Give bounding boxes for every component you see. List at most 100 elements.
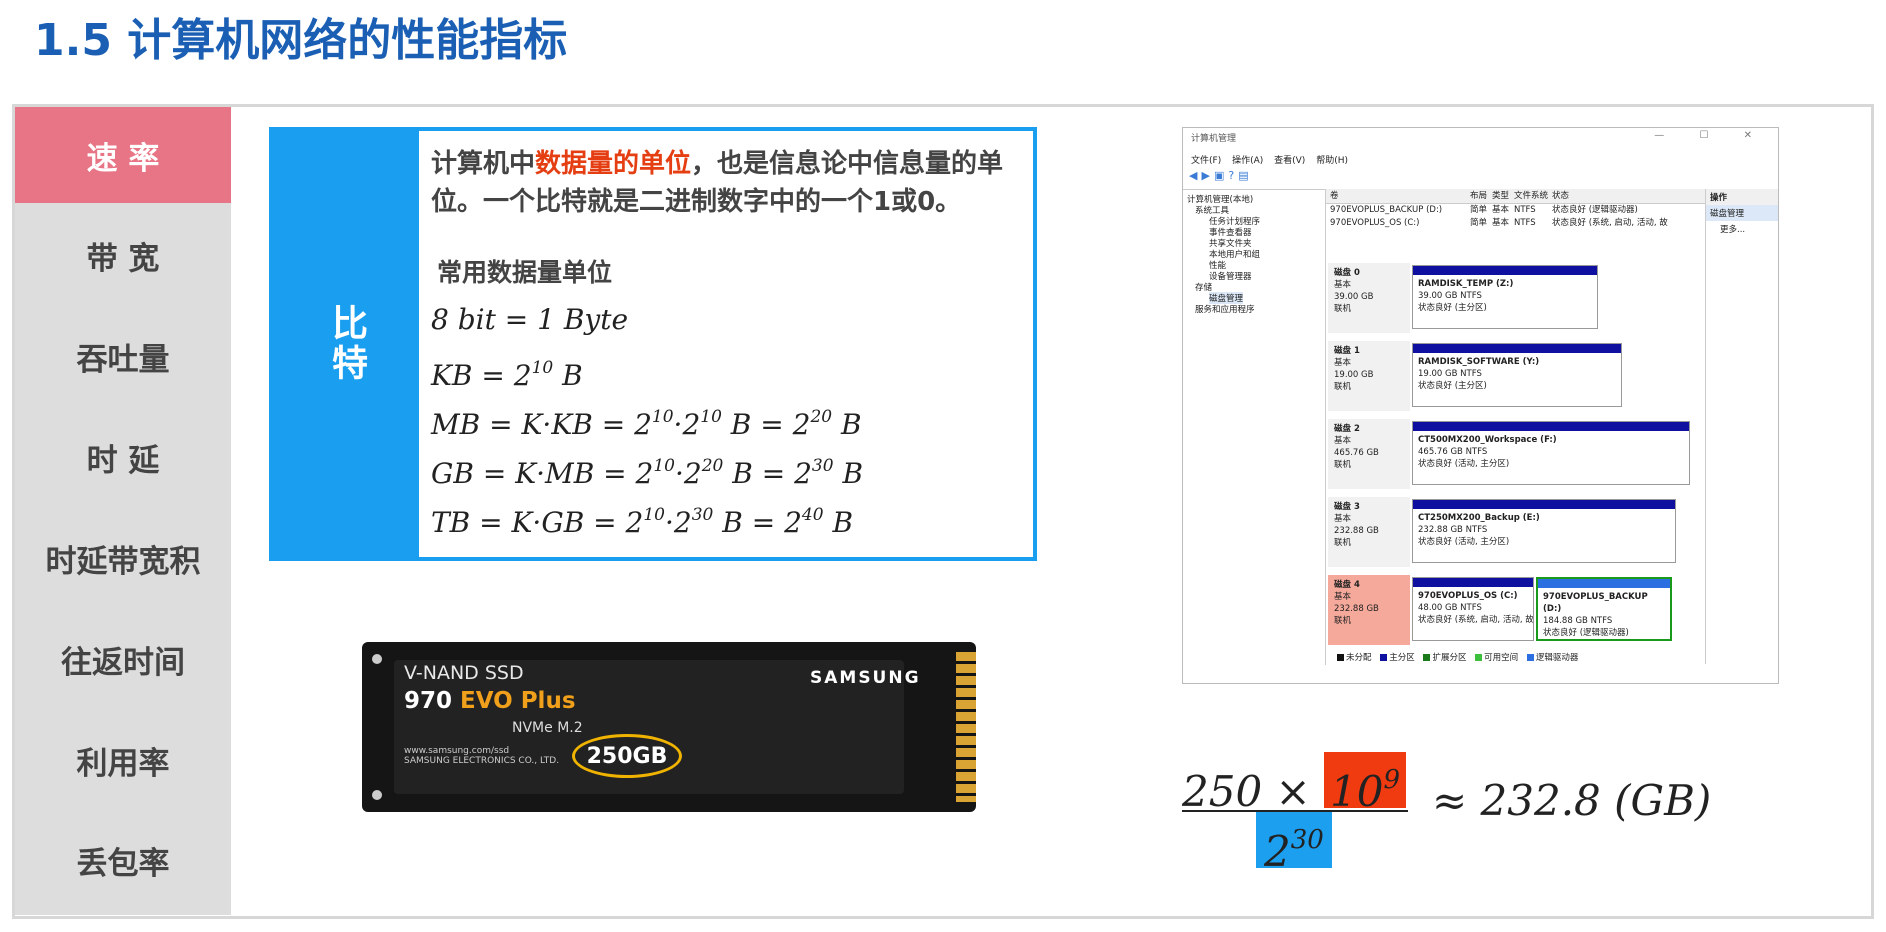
bit-definition-card: 比特 计算机中数据量的单位，也是信息论中信息量的单位。一个比特就是二进制数字中的…: [269, 127, 1037, 561]
legend-swatch: [1475, 654, 1483, 661]
ssd-screw-hole: [372, 790, 382, 800]
card-tag-label: 比特: [326, 304, 367, 384]
disk-status: 联机: [1334, 460, 1352, 470]
partition-name: CT500MX200_Workspace (F:): [1418, 435, 1557, 445]
disk-info[interactable]: 磁盘 4 基本 232.88 GB 联机: [1328, 575, 1410, 645]
disk-management-window: 计算机管理 — ☐ ✕ 文件(F) 操作(A) 查看(V) 帮助(H) ◀▶▣?…: [1182, 127, 1779, 684]
col-header[interactable]: 布局: [1470, 189, 1492, 203]
ssd-company: SAMSUNG ELECTRONICS CO., LTD.: [404, 756, 560, 766]
eq-exp: 10: [653, 456, 675, 476]
equation-mb: MB = K·KB = 210·210 B = 220 B: [431, 393, 1021, 442]
menu-action[interactable]: 操作(A): [1232, 156, 1263, 166]
legend-swatch: [1526, 654, 1534, 661]
disk-info[interactable]: 磁盘 0 基本 39.00 GB 联机: [1328, 263, 1410, 333]
ssd-small-print: www.samsung.com/ssd SAMSUNG ELECTRONICS C…: [404, 746, 559, 766]
disk-legend: 未分配 主分区 扩展分区 可用空间 逻辑驱动器: [1331, 651, 1578, 663]
eq-exp: 20: [701, 456, 724, 476]
partition-bar: [1413, 578, 1533, 587]
menu-help[interactable]: 帮助(H): [1316, 156, 1348, 166]
sidebar-item-delay-bandwidth-product[interactable]: 时延带宽积: [15, 510, 231, 606]
formula-text: 250 ×: [1182, 767, 1325, 816]
properties-icon[interactable]: ▤: [1238, 169, 1252, 182]
tree-item[interactable]: 设备管理器: [1209, 270, 1252, 282]
col-header[interactable]: 状态: [1552, 189, 1706, 203]
ssd-image: V-NAND SSD 970 EVO Plus NVMe M.2 www.sam…: [362, 642, 976, 812]
actions-more[interactable]: 更多...: [1706, 221, 1778, 237]
formula-result: ≈ 232.8 (GB): [1432, 776, 1712, 825]
eq-text: GB = K·MB = 2: [431, 457, 654, 490]
partition-size: 184.88 GB NTFS: [1543, 616, 1613, 626]
sidebar-item-bandwidth[interactable]: 带 宽: [15, 207, 231, 303]
disk-type: 基本: [1334, 514, 1352, 524]
table-row[interactable]: 970EVOPLUS_BACKUP (D:) 简单 基本 NTFS 状态良好 (…: [1326, 204, 1706, 217]
definition-highlight: 数据量的单位: [535, 149, 692, 179]
disk-name: 磁盘 4: [1334, 580, 1360, 590]
menu-view[interactable]: 查看(V): [1274, 156, 1305, 166]
eq-text: MB = K·KB = 2: [431, 408, 652, 441]
formula-exp: 30: [1290, 825, 1324, 855]
partition[interactable]: 970EVOPLUS_OS (C:) 48.00 GB NTFS 状态良好 (系…: [1412, 577, 1534, 641]
partition[interactable]: CT250MX200_Backup (E:) 232.88 GB NTFS 状态…: [1412, 499, 1676, 563]
col-header[interactable]: 卷: [1326, 189, 1470, 203]
sidebar-item-rate[interactable]: 速 率: [15, 107, 231, 203]
sidebar-item-rtt[interactable]: 往返时间: [15, 611, 231, 707]
legend-label: 未分配: [1346, 653, 1372, 663]
sidebar-item-packet-loss[interactable]: 丢包率: [15, 812, 231, 908]
legend-swatch: [1423, 654, 1431, 661]
definition-prefix: 计算机中: [431, 149, 536, 179]
partition-size: 48.00 GB NTFS: [1418, 603, 1482, 613]
sidebar-item-delay[interactable]: 时 延: [15, 409, 231, 505]
partition-selected[interactable]: 970EVOPLUS_BACKUP (D:) 184.88 GB NTFS 状态…: [1536, 577, 1672, 641]
legend-swatch: [1337, 654, 1344, 661]
eq-text: ·2: [675, 457, 702, 490]
tree-item[interactable]: 服务和应用程序: [1195, 303, 1255, 315]
disk-row: 磁盘 1 基本 19.00 GB 联机 RAMDISK_SOFTWARE (Y:…: [1328, 341, 1690, 411]
folder-icon[interactable]: ▣: [1214, 169, 1228, 182]
card-tag: 比特: [273, 131, 419, 557]
partition-body: CT250MX200_Backup (E:) 232.88 GB NTFS 状态…: [1413, 509, 1675, 551]
eq-text: TB = K·GB = 2: [431, 506, 644, 539]
table-row[interactable]: 970EVOPLUS_OS (C:) 简单 基本 NTFS 状态良好 (系统, …: [1326, 217, 1706, 230]
partition-name: RAMDISK_SOFTWARE (Y:): [1418, 357, 1540, 367]
partition[interactable]: RAMDISK_SOFTWARE (Y:) 19.00 GB NTFS 状态良好…: [1412, 343, 1622, 407]
ssd-connector-pins: [956, 652, 976, 802]
partition-bar: [1413, 422, 1689, 431]
back-icon[interactable]: ◀: [1189, 169, 1201, 182]
partition-body: 970EVOPLUS_BACKUP (D:) 184.88 GB NTFS 状态…: [1538, 588, 1670, 642]
eq-text: ·2: [673, 408, 701, 441]
partition-bar: [1413, 500, 1675, 509]
partition[interactable]: RAMDISK_TEMP (Z:) 39.00 GB NTFS 状态良好 (主分…: [1412, 265, 1598, 329]
disk-info[interactable]: 磁盘 2 基本 465.76 GB 联机: [1328, 419, 1410, 489]
volume-list-header: 卷 布局 类型 文件系统 状态: [1326, 189, 1706, 204]
actions-item[interactable]: 磁盘管理: [1706, 205, 1778, 221]
disk-name: 磁盘 2: [1334, 424, 1360, 434]
disk-info[interactable]: 磁盘 3 基本 232.88 GB 联机: [1328, 497, 1410, 567]
partition-name: CT250MX200_Backup (E:): [1418, 513, 1540, 523]
help-icon[interactable]: ?: [1228, 169, 1238, 182]
forward-icon[interactable]: ▶: [1201, 169, 1213, 182]
legend-label: 主分区: [1389, 653, 1415, 663]
partition-bar: [1413, 344, 1621, 353]
ssd-url: www.samsung.com/ssd: [404, 746, 510, 756]
eq-exp: 30: [691, 505, 714, 525]
partition-status: 状态良好 (活动, 主分区): [1418, 537, 1510, 547]
definition-text: 计算机中数据量的单位，也是信息论中信息量的单位。一个比特就是二进制数字中的一个1…: [431, 145, 1021, 221]
cell: 970EVOPLUS_OS (C:): [1330, 218, 1420, 228]
partition-bar: [1538, 579, 1670, 588]
cell: 简单: [1470, 218, 1488, 228]
col-header[interactable]: 文件系统: [1514, 189, 1552, 203]
disk-info[interactable]: 磁盘 1 基本 19.00 GB 联机: [1328, 341, 1410, 411]
window-controls[interactable]: — ☐ ✕: [1654, 130, 1768, 141]
menu-file[interactable]: 文件(F): [1191, 156, 1221, 166]
sidebar-item-utilization[interactable]: 利用率: [15, 712, 231, 808]
disk-size: 232.88 GB: [1334, 604, 1379, 614]
partition[interactable]: CT500MX200_Workspace (F:) 465.76 GB NTFS…: [1412, 421, 1690, 485]
disk-status: 联机: [1334, 382, 1352, 392]
partition-status: 状态良好 (活动, 主分区): [1418, 459, 1510, 469]
eq-text: ·2: [665, 506, 692, 539]
eq-text: B: [553, 359, 583, 392]
disk-name: 磁盘 1: [1334, 346, 1360, 356]
col-header[interactable]: 类型: [1492, 189, 1514, 203]
partition-size: 465.76 GB NTFS: [1418, 447, 1488, 457]
sidebar-item-throughput[interactable]: 吞吐量: [15, 308, 231, 404]
